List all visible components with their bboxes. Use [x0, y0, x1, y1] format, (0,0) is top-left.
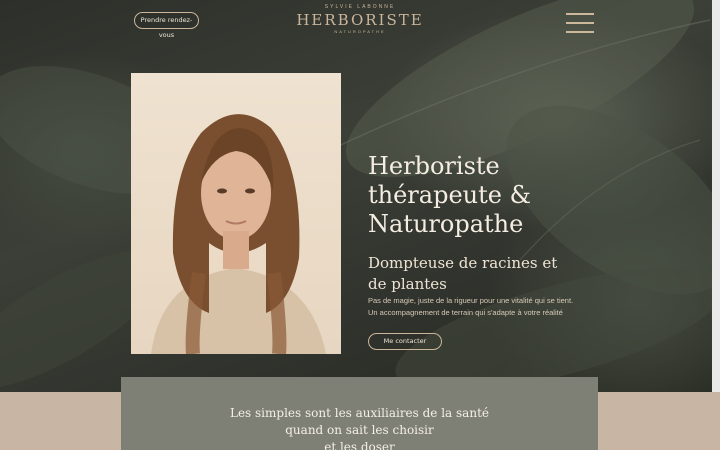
- headline-line: Herboriste: [368, 152, 500, 180]
- hero-section: Prendre rendez-vous SYLVIE LABONNE HERBO…: [0, 0, 712, 392]
- book-appointment-button[interactable]: Prendre rendez-vous: [134, 12, 199, 39]
- quote-line: et les doser: [324, 440, 395, 450]
- hamburger-menu-icon[interactable]: [566, 13, 594, 33]
- hero-subheadline: Dompteuse de racines et de plantes: [368, 253, 688, 295]
- headline-line: Naturopathe: [368, 210, 524, 238]
- description-line: Un accompagnement de terrain qui s'adapt…: [368, 308, 563, 317]
- quote-line: Les simples sont les auxiliaires de la s…: [229, 406, 489, 420]
- description-line: Pas de magie, juste de la rigueur pour u…: [368, 296, 574, 305]
- quote-banner: Les simples sont les auxiliaires de la s…: [121, 377, 598, 450]
- logo-subtitle-text: NATUROPATHE: [334, 29, 386, 34]
- hero-headline: Herboriste thérapeute & Naturopathe: [368, 152, 688, 239]
- portrait-photo: [131, 73, 341, 354]
- site-logo[interactable]: SYLVIE LABONNE HERBORISTE NATUROPATHE: [296, 3, 424, 41]
- subhead-line: Dompteuse de racines et: [368, 254, 558, 272]
- quote-line: quand on sait les choisir: [285, 423, 434, 437]
- headline-line: thérapeute &: [368, 181, 531, 209]
- contact-button[interactable]: Me contacter: [368, 333, 442, 350]
- subhead-line: de plantes: [368, 275, 447, 293]
- logo-name-text: SYLVIE LABONNE: [324, 4, 396, 10]
- page-scrollbar[interactable]: [712, 0, 720, 392]
- logo-main-text: HERBORISTE: [296, 11, 424, 29]
- hero-description: Pas de magie, juste de la rigueur pour u…: [368, 295, 668, 319]
